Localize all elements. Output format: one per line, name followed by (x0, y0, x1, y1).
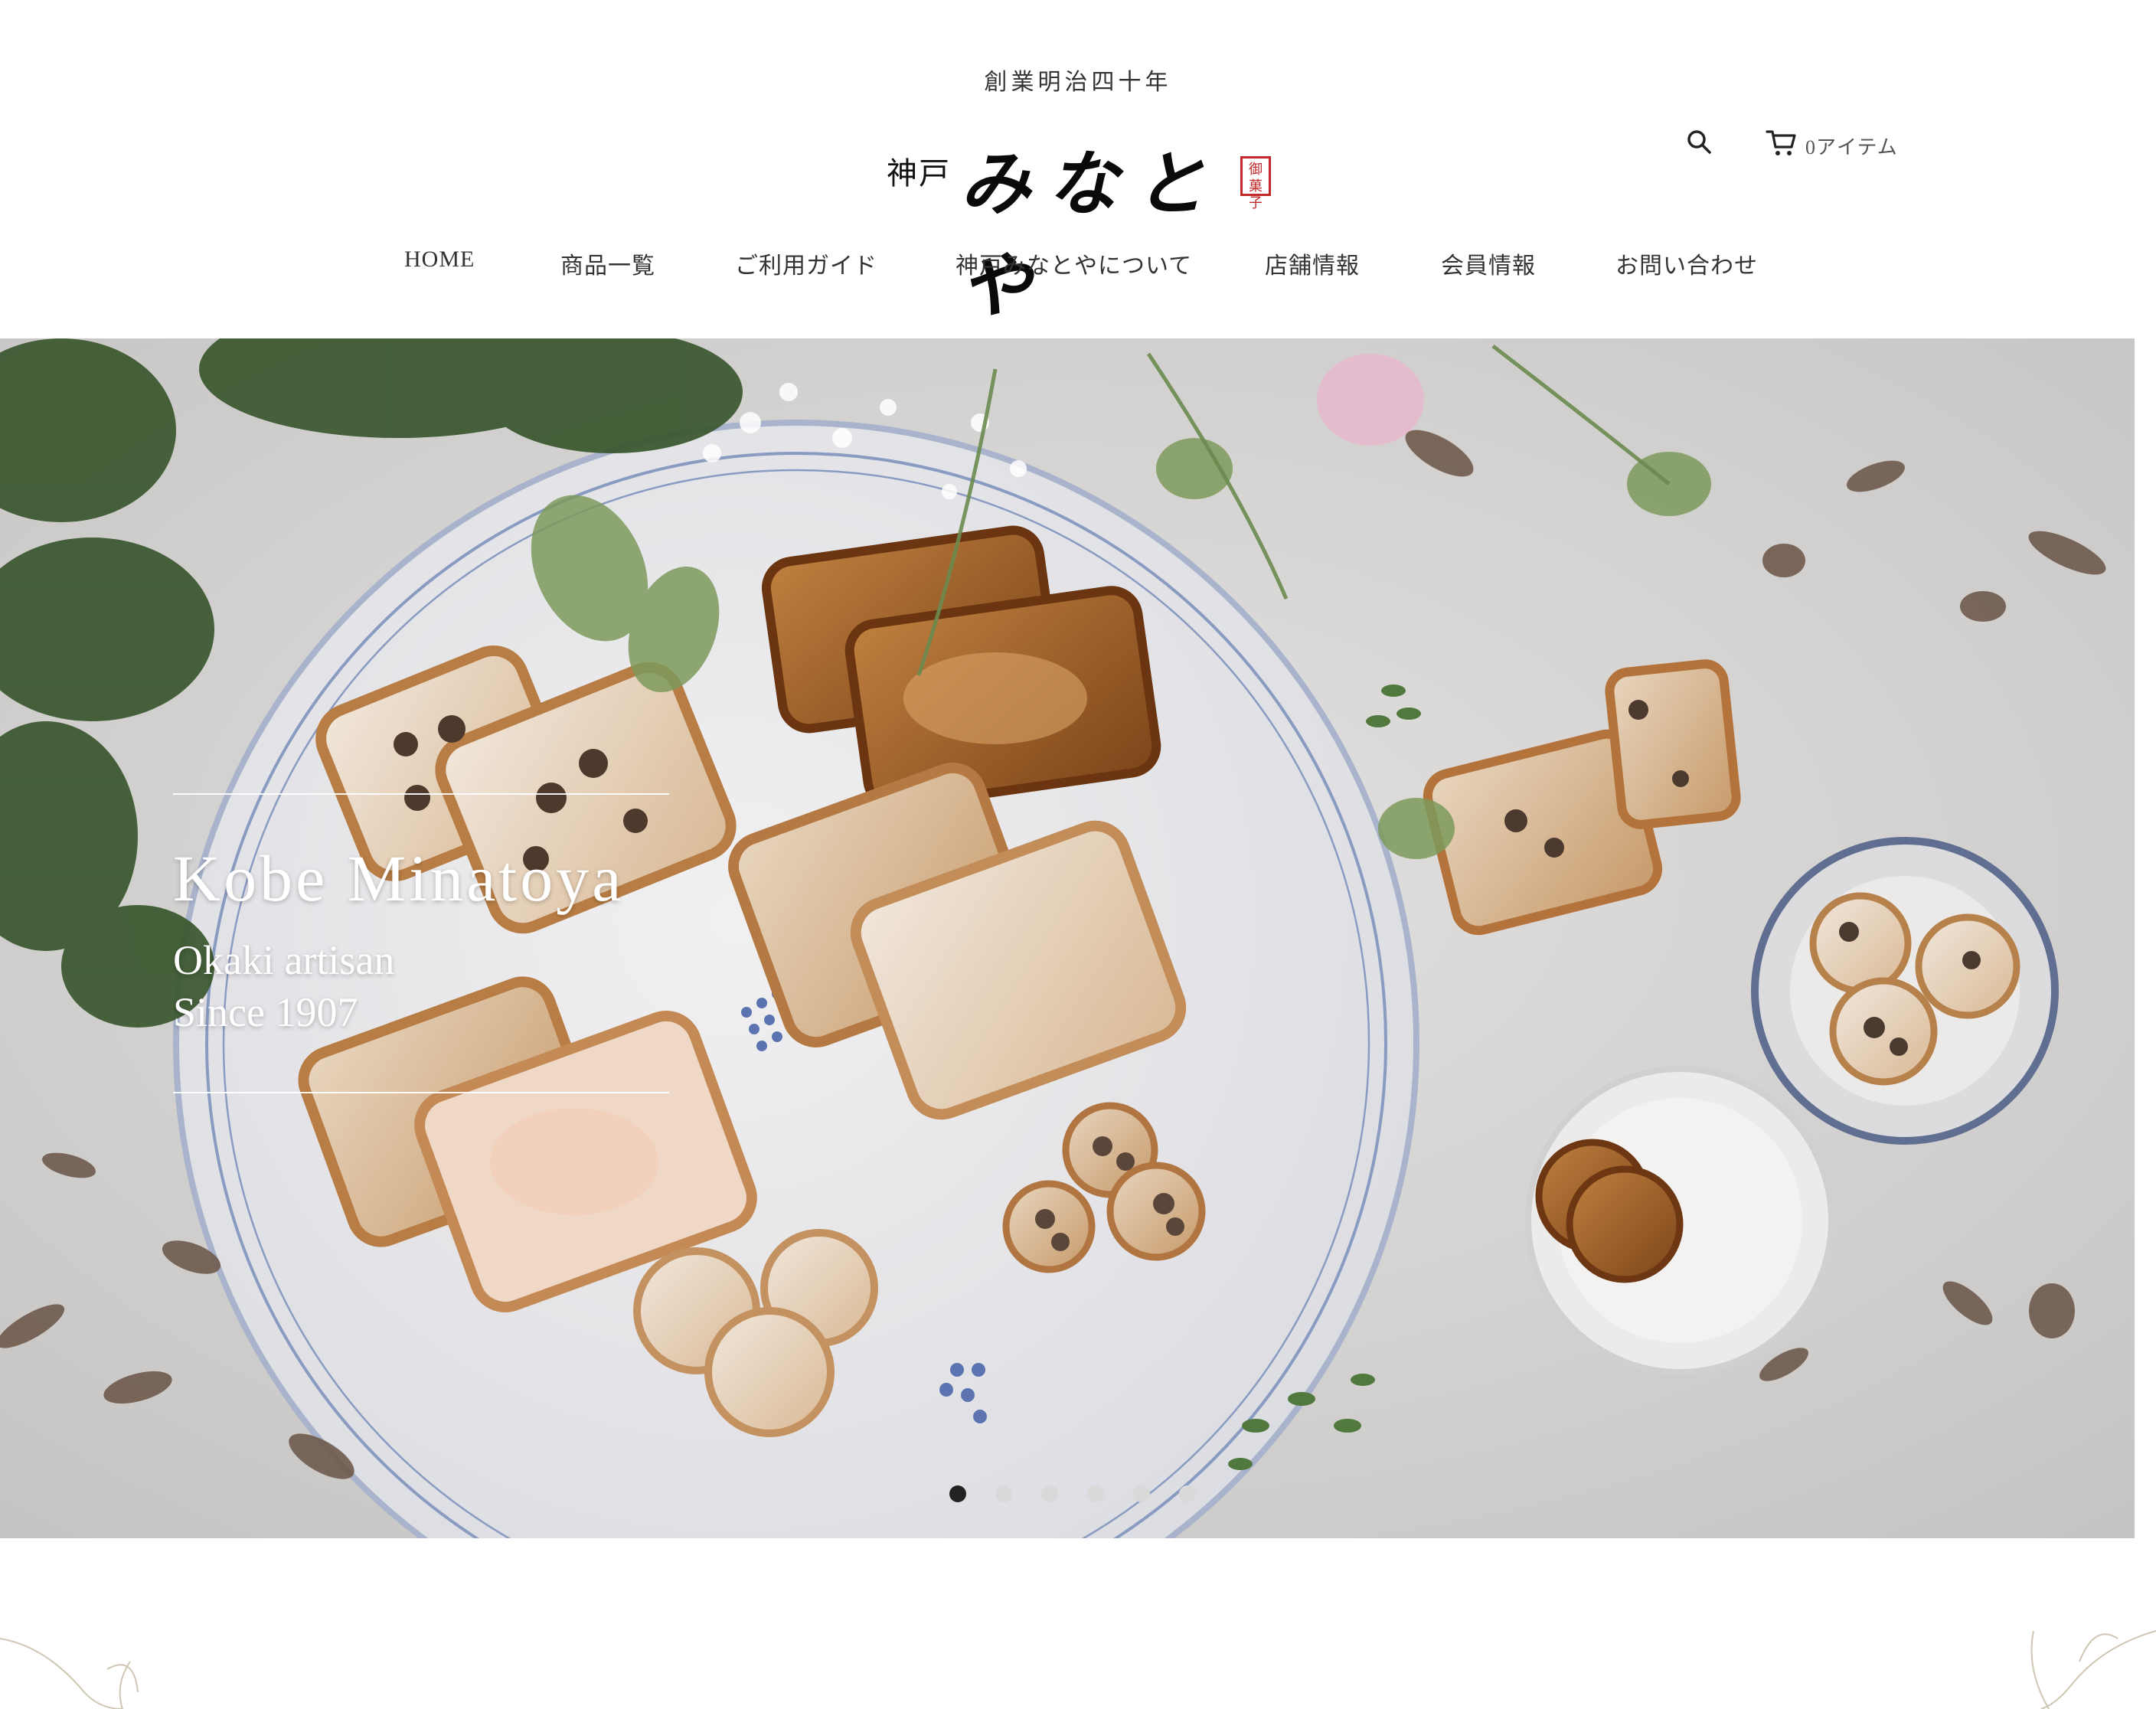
tagline: 創業明治四十年 (984, 70, 1172, 95)
nav-item-guide[interactable]: ご利用ガイド (735, 247, 877, 280)
logo-seal: 御菓子 (1240, 156, 1271, 211)
nav-item-home[interactable]: HOME (404, 247, 475, 273)
botanical-ornament-left (0, 1638, 139, 1709)
caption-bottom-rule (173, 1092, 669, 1093)
hero-title: Kobe Minatoya (173, 841, 625, 915)
slider-dot-6[interactable] (1179, 1485, 1196, 1502)
nav-item-products[interactable]: 商品一覧 (560, 247, 655, 280)
main-nav: HOME 商品一覧 ご利用ガイド 神戸みなとやについて 店舗情報 会員情報 お問… (0, 247, 2156, 285)
logo-name: みなとや (960, 145, 1223, 325)
hero-subtitle: Okaki artisan Since 1907 (173, 934, 669, 1038)
hero-subtitle-line-1: Okaki artisan (173, 937, 395, 983)
slider-dot-1[interactable] (949, 1485, 966, 1502)
logo-prefix: 神戸 (887, 156, 951, 191)
site-logo[interactable]: 神戸 みなとや 御菓子 (880, 123, 1279, 325)
search-icon (1687, 130, 1711, 154)
nav-item-member[interactable]: 会員情報 (1441, 247, 1536, 280)
cart-icon (1766, 130, 1796, 155)
hero-subtitle-line-2: Since 1907 (173, 989, 358, 1035)
botanical-ornament-right (2030, 1630, 2156, 1709)
site-header: 創業明治四十年 神戸 みなとや 御菓子 0アイテム HOME 商品一覧 ご利用ガ… (0, 0, 2156, 338)
slider-dot-5[interactable] (1133, 1485, 1150, 1502)
caption-top-rule (173, 793, 669, 795)
hero-slider[interactable]: Kobe Minatoya Okaki artisan Since 1907 (0, 338, 2135, 1538)
cart-button[interactable]: 0アイテム (1766, 127, 1919, 158)
nav-item-stores[interactable]: 店舗情報 (1265, 247, 1360, 280)
nav-item-contact[interactable]: お問い合わせ (1615, 247, 1758, 280)
hero-caption: Kobe Minatoya Okaki artisan Since 1907 (173, 793, 669, 1093)
nav-item-about[interactable]: 神戸みなとやについて (956, 247, 1192, 280)
search-button[interactable] (1684, 127, 1715, 158)
slider-dot-4[interactable] (1087, 1485, 1104, 1502)
slider-dot-3[interactable] (1041, 1485, 1058, 1502)
cart-count: 0アイテム (1805, 136, 1898, 158)
slider-dot-2[interactable] (995, 1485, 1012, 1502)
